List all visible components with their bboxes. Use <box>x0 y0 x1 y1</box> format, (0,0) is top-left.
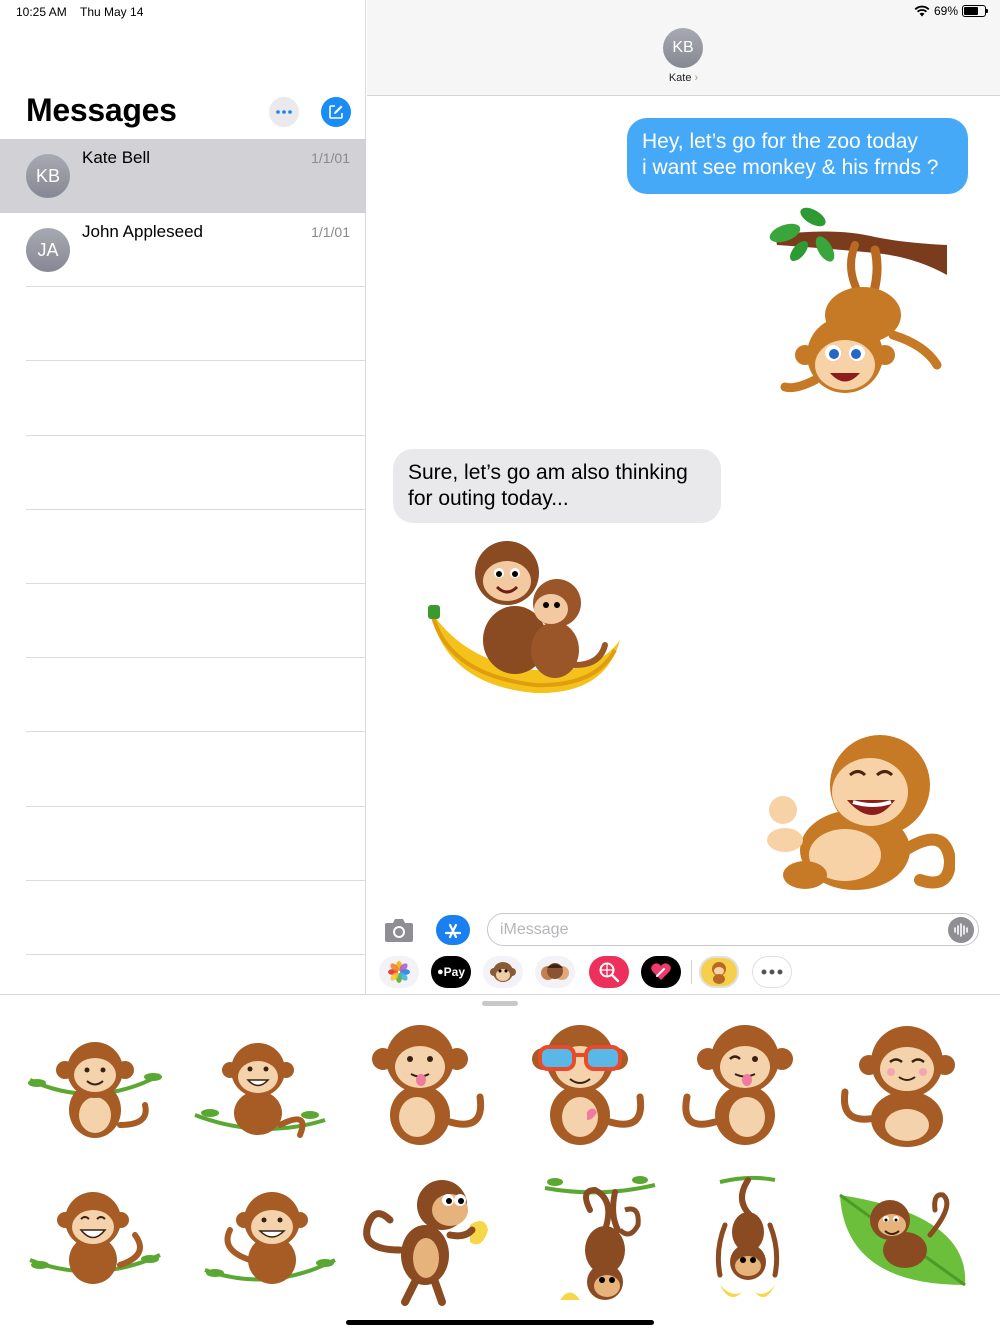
conversation-date: 1/1/01 <box>311 224 350 240</box>
status-right: 69% <box>914 4 988 18</box>
sticker-drawer <box>0 994 1000 1334</box>
battery-icon <box>962 5 988 17</box>
apple-pay-label: Pay <box>443 965 465 979</box>
monkey-hanging-bananas-sticker[interactable] <box>680 1170 820 1310</box>
photos-app-button[interactable] <box>379 956 419 988</box>
divider <box>26 731 365 732</box>
apple-icon: ● <box>436 966 444 978</box>
monkey-smiling-vine-sticker[interactable] <box>200 1175 340 1315</box>
divider <box>26 583 365 584</box>
app-store-icon <box>444 923 462 939</box>
divider <box>26 286 365 287</box>
memoji-app-button[interactable] <box>535 956 575 988</box>
monkeys-on-banana-sticker[interactable] <box>425 535 625 705</box>
monkey-laughing-vine-sticker[interactable] <box>25 1175 165 1315</box>
waveform-icon <box>954 923 968 937</box>
divider <box>26 360 365 361</box>
ellipsis-icon <box>276 110 292 114</box>
conversations-sidebar: Messages KB Kate Bell 1/1/01 JA John App… <box>0 0 366 994</box>
drawer-grab-handle[interactable] <box>482 1001 518 1006</box>
heart-touch-icon <box>651 963 671 980</box>
contact-avatar[interactable]: KB <box>663 28 703 68</box>
status-time: 10:25 AM <box>16 5 67 19</box>
contact-name: Kate <box>668 72 692 84</box>
monkey-tongue-out-sticker[interactable] <box>355 1017 495 1157</box>
camera-button[interactable] <box>384 916 414 944</box>
globe-search-icon <box>599 962 620 983</box>
compose-icon <box>329 105 343 119</box>
app-store-button[interactable] <box>436 915 470 945</box>
monkey-sitting-vine-sticker[interactable] <box>25 1025 165 1165</box>
divider <box>26 806 365 807</box>
conversation-row-john-appleseed[interactable]: JA John Appleseed 1/1/01 <box>0 213 366 287</box>
animoji-app-button[interactable] <box>483 956 523 988</box>
conversation-name: John Appleseed <box>82 222 203 241</box>
monkey-hanging-vine-sticker[interactable] <box>530 1170 670 1310</box>
imessage-input[interactable]: iMessage <box>487 913 979 946</box>
divider <box>26 657 365 658</box>
divider <box>26 509 365 510</box>
compose-button[interactable] <box>321 97 351 127</box>
monkey-sunglasses-sticker[interactable] <box>515 1017 655 1157</box>
conversation-date: 1/1/01 <box>311 150 350 166</box>
battery-fill <box>964 7 978 15</box>
ellipsis-icon <box>761 969 783 975</box>
chevron-right-icon: › <box>694 72 699 84</box>
status-bar: 10:25 AM Thu May 14 69% <box>0 0 1000 24</box>
divider <box>691 960 692 984</box>
outgoing-message-bubble[interactable]: Hey, let’s go for the zoo today i want s… <box>627 118 968 194</box>
conversation-row-kate-bell[interactable]: KB Kate Bell 1/1/01 <box>0 139 366 213</box>
apple-pay-app-button[interactable]: ● Pay <box>431 956 471 988</box>
status-date: Thu May 14 <box>80 5 144 19</box>
conversation-list: KB Kate Bell 1/1/01 JA John Appleseed 1/… <box>0 139 366 287</box>
memoji-icon <box>541 963 569 980</box>
photos-icon <box>388 961 410 983</box>
avatar: JA <box>26 228 70 272</box>
monkey-winking-sticker[interactable] <box>675 1017 815 1157</box>
monkey-on-leaf-sticker[interactable] <box>835 1175 975 1315</box>
monkey-sleepy-sticker[interactable] <box>835 1017 975 1157</box>
monkey-face-icon <box>490 962 516 982</box>
monkey-hanging-branch-sticker[interactable] <box>755 205 955 400</box>
imessage-app-row: ● Pay <box>367 952 1000 994</box>
conversation-name: Kate Bell <box>82 148 151 167</box>
home-indicator[interactable] <box>346 1320 654 1325</box>
monkey-sticker-app-button[interactable] <box>699 956 739 988</box>
more-options-button[interactable] <box>269 97 299 127</box>
divider <box>26 435 365 436</box>
contact-name-button[interactable]: Kate › <box>367 72 1000 84</box>
page-title: Messages <box>26 92 177 128</box>
divider <box>26 880 365 881</box>
wifi-icon <box>914 5 930 17</box>
divider <box>26 954 365 955</box>
incoming-message-bubble[interactable]: Sure, let’s go am also thinking for outi… <box>393 449 721 523</box>
web-images-app-button[interactable] <box>589 956 629 988</box>
digital-touch-app-button[interactable] <box>641 956 681 988</box>
audio-message-button[interactable] <box>948 917 974 943</box>
more-apps-button[interactable] <box>752 956 792 988</box>
avatar: KB <box>26 154 70 198</box>
battery-percent: 69% <box>933 4 958 18</box>
monkey-grinning-vine-sticker[interactable] <box>190 1025 330 1165</box>
monkey-laughing-sticker[interactable] <box>755 730 955 905</box>
monkey-sticker-icon <box>712 962 726 984</box>
monkey-eating-banana-sticker[interactable] <box>360 1170 500 1310</box>
imessage-app: 10:25 AM Thu May 14 69% Messages KB Kate… <box>0 0 1000 1334</box>
input-placeholder: iMessage <box>500 921 569 938</box>
